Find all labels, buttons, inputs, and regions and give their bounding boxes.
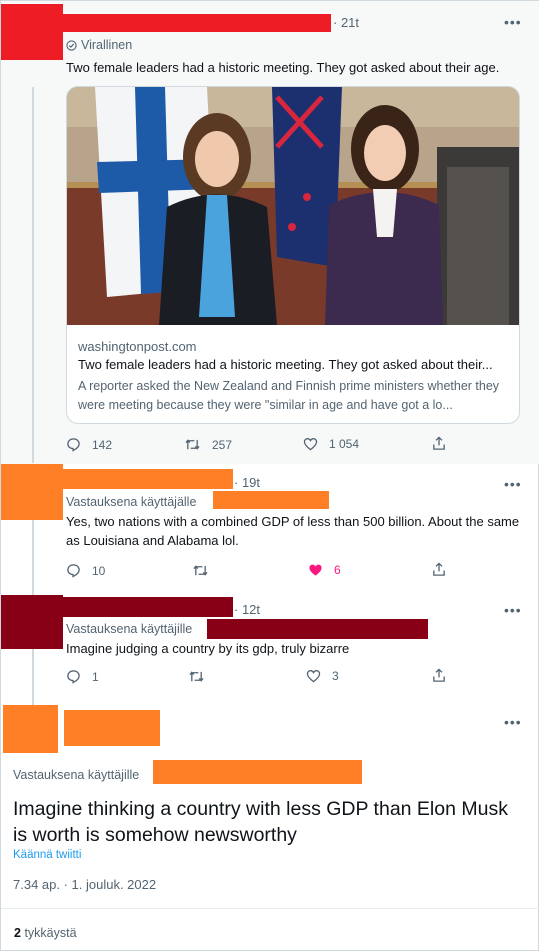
tweet-text: Yes, two nations with a combined GDP of …	[66, 514, 520, 548]
redacted-mention	[213, 491, 329, 509]
retweet-button[interactable]: 257	[184, 437, 232, 452]
redacted-mention	[207, 619, 428, 639]
reply-count: 1	[92, 669, 99, 684]
reply-icon	[67, 670, 80, 684]
article-photo	[67, 87, 519, 325]
redacted-avatar	[3, 705, 58, 753]
more-options-icon[interactable]: •••	[504, 603, 522, 617]
retweet-button[interactable]	[188, 669, 205, 684]
tweet-text: Imagine thinking a country with less GDP…	[13, 798, 508, 846]
retweet-icon	[193, 565, 208, 576]
tweet-text: Two female leaders had a historic meetin…	[66, 60, 500, 75]
redacted-username	[63, 469, 233, 489]
tweet-text: Imagine judging a country by its gdp, tr…	[66, 641, 350, 656]
heart-filled-icon	[309, 564, 322, 576]
official-label: Virallinen	[66, 38, 132, 52]
more-options-icon[interactable]: •••	[504, 477, 522, 491]
reply-to-label: Vastauksena käyttäjille	[66, 622, 193, 636]
thread-line	[32, 519, 34, 595]
reply-icon	[67, 438, 80, 452]
retweet-icon	[185, 439, 200, 450]
conversation-thread: · 21t ••• Virallinen Two female leaders …	[0, 0, 539, 951]
tweet-time[interactable]: · 21t	[333, 15, 359, 30]
redacted-mention	[153, 760, 362, 784]
likes-summary[interactable]: 2 tykkäystä	[14, 926, 77, 940]
like-button-liked[interactable]: 6	[308, 563, 341, 577]
official-label-text: Virallinen	[81, 38, 133, 52]
more-options-icon[interactable]: •••	[504, 15, 522, 29]
tweet-time[interactable]: · 12t	[234, 602, 260, 617]
tweet-date[interactable]: 7.34 ap. · 1. jouluk. 2022	[13, 877, 156, 892]
heart-icon	[306, 670, 321, 683]
like-count: 6	[334, 563, 341, 577]
card-description: A reporter asked the New Zealand and Fin…	[78, 379, 500, 412]
card-title: Two female leaders had a historic meetin…	[78, 357, 493, 372]
like-count: 1 054	[329, 437, 360, 451]
reply-button[interactable]: 1	[66, 669, 99, 684]
reply-button[interactable]: 142	[66, 437, 112, 452]
redacted-avatar	[1, 464, 63, 520]
reply-button[interactable]: 10	[66, 563, 105, 578]
card-domain: washingtonpost.com	[78, 339, 197, 354]
reply-count: 142	[92, 437, 113, 452]
redacted-username	[63, 14, 331, 32]
redacted-avatar	[1, 595, 63, 649]
likes-count: 2	[14, 926, 21, 940]
link-card[interactable]: washingtonpost.com Two female leaders ha…	[66, 86, 520, 424]
retweet-icon	[189, 671, 204, 682]
verified-official-icon	[66, 39, 77, 51]
heart-icon	[303, 438, 318, 451]
reply-icon	[67, 564, 80, 578]
reply-to-label: Vastauksena käyttäjälle	[66, 495, 197, 509]
translate-tweet-link[interactable]: Käännä twiitti	[13, 849, 81, 861]
retweet-count: 257	[212, 437, 233, 452]
reply-count: 10	[92, 563, 106, 578]
share-button[interactable]	[432, 668, 446, 683]
like-button[interactable]: 1 054	[303, 437, 359, 451]
share-icon	[433, 436, 445, 450]
retweet-button[interactable]	[192, 563, 209, 578]
like-count: 3	[332, 669, 339, 683]
tweet-time[interactable]: · 19t	[234, 475, 260, 490]
redacted-avatar	[1, 4, 63, 60]
share-button[interactable]	[432, 562, 446, 577]
share-icon	[433, 562, 445, 576]
divider	[1, 908, 539, 909]
more-options-icon[interactable]: •••	[504, 715, 522, 729]
redacted-username	[63, 597, 233, 617]
reply-to-label: Vastauksena käyttäjille	[13, 768, 140, 782]
share-icon	[433, 668, 445, 682]
thread-line	[32, 87, 34, 463]
thread-line	[32, 649, 34, 705]
redacted-username	[64, 710, 160, 746]
likes-label: tykkäystä	[24, 926, 77, 940]
like-button[interactable]: 3	[306, 669, 339, 683]
share-button[interactable]	[432, 436, 446, 451]
